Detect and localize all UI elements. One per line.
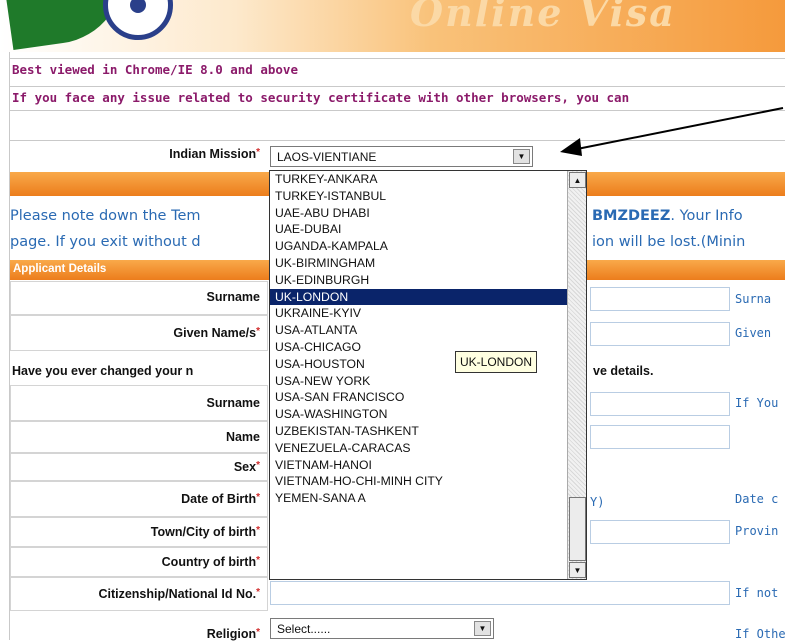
dropdown-option[interactable]: VENEZUELA-CARACAS xyxy=(270,440,567,457)
required-marker: * xyxy=(256,627,260,638)
country-label: Country of birth* xyxy=(162,555,260,569)
citizenship-label: Citizenship/National Id No.* xyxy=(98,587,260,601)
religion-helper: If Othe xyxy=(735,627,785,641)
banner-title: Online Visa xyxy=(410,0,676,35)
required-marker: * xyxy=(256,147,260,158)
notice-line-1-tail: . Your Info xyxy=(670,208,743,224)
surname-input[interactable] xyxy=(590,287,730,311)
indian-mission-selected-value: LAOS-VIENTIANE xyxy=(277,150,377,164)
dropdown-option[interactable]: VIETNAM-HANOI xyxy=(270,457,567,474)
given-name-label: Given Name/s* xyxy=(173,326,260,340)
dropdown-option[interactable]: UGANDA-KAMPALA xyxy=(270,238,567,255)
required-marker: * xyxy=(256,525,260,536)
country-label-text: Country of birth xyxy=(161,555,257,569)
scroll-down-button[interactable]: ▼ xyxy=(569,562,586,578)
ashoka-wheel-emblem xyxy=(103,0,173,40)
citizenship-helper: If not xyxy=(735,586,779,600)
sex-label-text: Sex xyxy=(233,460,257,474)
temporary-id-code: BMZDEEZ xyxy=(592,208,671,224)
town-helper: Provin xyxy=(735,524,779,538)
notice-line-2: page. If you exit without d xyxy=(10,234,201,250)
dropdown-option[interactable]: UZBEKISTAN-TASHKENT xyxy=(270,423,567,440)
surname-helper: Surna xyxy=(735,292,772,306)
dropdown-option[interactable]: UKRAINE-KYIV xyxy=(270,305,567,322)
scroll-up-button[interactable]: ▲ xyxy=(569,172,586,188)
notice-line-1-left: Please note down the Tem xyxy=(10,208,201,224)
prev-surname-input[interactable] xyxy=(590,392,730,416)
indian-mission-label: Indian Mission* xyxy=(169,147,260,161)
religion-selected-value: Select...... xyxy=(277,622,331,636)
dropdown-option[interactable]: TURKEY-ANKARA xyxy=(270,171,567,188)
applicant-details-title: Applicant Details xyxy=(13,263,107,275)
changed-name-question: Have you ever changed your n xyxy=(12,364,194,378)
dropdown-option[interactable]: UAE-DUBAI xyxy=(270,221,567,238)
prev-name-label: Name xyxy=(226,430,260,444)
notice-line-1-right: BMZDEEZ. Your Info xyxy=(592,208,743,224)
prev-surname-label-text: Surname xyxy=(206,396,261,410)
dob-label: Date of Birth* xyxy=(181,492,260,506)
citizenship-label-text: Citizenship/National Id No. xyxy=(98,587,257,601)
given-name-label-text: Given Name/s xyxy=(173,326,257,340)
required-marker: * xyxy=(256,492,260,503)
prev-surname-label: Surname xyxy=(207,396,261,410)
row-sex xyxy=(10,453,268,481)
surname-label-text: Surname xyxy=(206,290,261,304)
given-name-helper: Given xyxy=(735,326,772,340)
religion-label: Religion* xyxy=(207,627,260,641)
town-input[interactable] xyxy=(590,520,730,544)
religion-label-text: Religion xyxy=(206,627,257,641)
notice-line-1: Please note down the Tem xyxy=(10,208,201,224)
dropdown-option[interactable]: UK-EDINBURGH xyxy=(270,272,567,289)
dob-format-hint: Y) xyxy=(590,495,605,509)
dropdown-scrollbar[interactable]: ▲ ▼ xyxy=(567,171,586,579)
prev-name-label-text: Name xyxy=(225,430,260,444)
chevron-down-icon[interactable]: ▼ xyxy=(474,621,491,636)
required-marker: * xyxy=(256,555,260,566)
chevron-down-icon[interactable]: ▼ xyxy=(513,149,530,164)
dropdown-options: TURKEY-ANKARA TURKEY-ISTANBUL UAE-ABU DHAB… xyxy=(270,171,567,579)
dropdown-option[interactable]: USA-ATLANTA xyxy=(270,322,567,339)
indian-mission-select[interactable]: LAOS-VIENTIANE ▼ xyxy=(270,146,533,167)
citizenship-input[interactable] xyxy=(270,581,730,605)
prev-name-helper: If You xyxy=(735,396,779,410)
given-name-input[interactable] xyxy=(590,322,730,346)
required-marker: * xyxy=(256,587,260,598)
town-label: Town/City of birth* xyxy=(151,525,260,539)
prev-name-input[interactable] xyxy=(590,425,730,449)
option-tooltip: UK-LONDON xyxy=(455,351,538,373)
required-marker: * xyxy=(256,326,260,337)
changed-name-question-tail: ve details. xyxy=(593,364,654,378)
dropdown-option[interactable]: UK-LONDON xyxy=(270,288,567,306)
dob-helper: Date c xyxy=(735,492,779,506)
town-label-text: Town/City of birth xyxy=(150,525,257,539)
dropdown-option[interactable]: USA-WASHINGTON xyxy=(270,406,567,423)
indian-mission-label-text: Indian Mission xyxy=(169,147,257,161)
dropdown-option[interactable]: UAE-ABU DHABI xyxy=(270,205,567,222)
dropdown-option[interactable]: VIETNAM-HO-CHI-MINH CITY xyxy=(270,473,567,490)
dropdown-option[interactable]: USA-NEW YORK xyxy=(270,373,567,390)
religion-select[interactable]: Select...... ▼ xyxy=(270,618,494,639)
sex-label: Sex* xyxy=(234,460,260,474)
scroll-thumb[interactable] xyxy=(569,497,586,561)
dob-label-text: Date of Birth xyxy=(181,492,257,506)
indian-mission-dropdown-list[interactable]: TURKEY-ANKARA TURKEY-ISTANBUL UAE-ABU DHAB… xyxy=(269,170,587,580)
notice-line-2-right: ion will be lost.(Minin xyxy=(592,234,746,250)
browser-note: Best viewed in Chrome/IE 8.0 and above xyxy=(10,58,785,80)
dropdown-option[interactable]: TURKEY-ISTANBUL xyxy=(270,188,567,205)
required-marker: * xyxy=(256,460,260,471)
header-banner: Online Visa xyxy=(0,0,785,52)
annotation-arrow-icon xyxy=(560,107,784,156)
surname-label: Surname xyxy=(207,290,261,304)
dropdown-option[interactable]: YEMEN-SANA A xyxy=(270,490,567,507)
dropdown-option[interactable]: USA-SAN FRANCISCO xyxy=(270,389,567,406)
dropdown-option[interactable]: UK-BIRMINGHAM xyxy=(270,255,567,272)
